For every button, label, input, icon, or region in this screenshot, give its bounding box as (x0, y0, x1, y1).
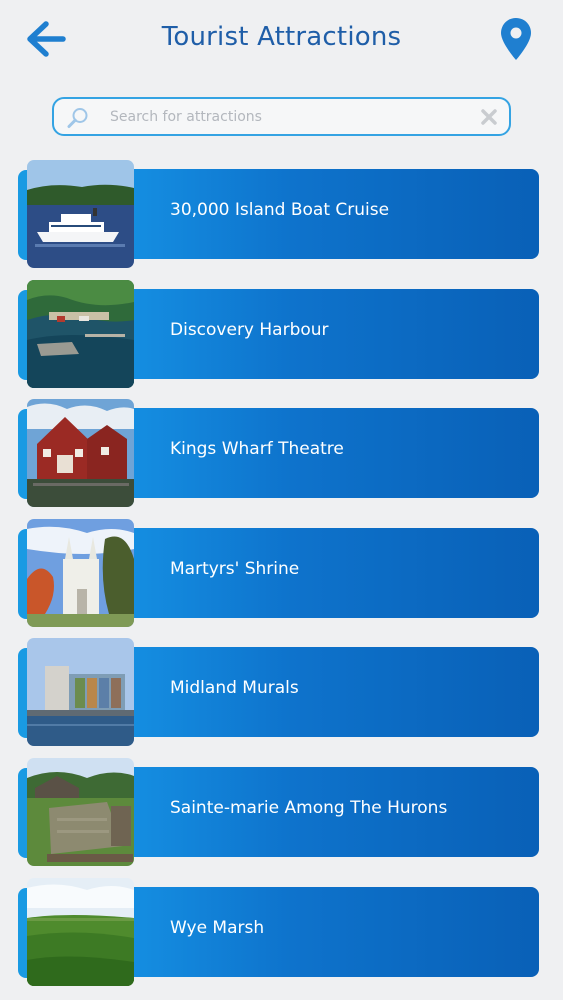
top-bar: Tourist Attractions (0, 0, 563, 80)
search-bar (52, 97, 511, 136)
attraction-name: 30,000 Island Boat Cruise (170, 200, 390, 220)
attraction-thumbnail (27, 878, 134, 986)
attraction-name: Kings Wharf Theatre (170, 439, 344, 459)
attraction-name: Discovery Harbour (170, 320, 329, 340)
attraction-thumbnail (27, 160, 134, 268)
attraction-thumbnail (27, 519, 134, 627)
attraction-name: Sainte-marie Among The Hurons (170, 798, 448, 818)
list-item[interactable]: Discovery Harbour (18, 280, 539, 388)
attraction-thumbnail (27, 638, 134, 746)
list-item[interactable]: Midland Murals (18, 638, 539, 746)
list-item[interactable]: Wye Marsh (18, 878, 539, 986)
app-screen: Tourist Attractions Search for attractio… (0, 0, 563, 1000)
list-item[interactable]: Sainte-marie Among The Hurons (18, 758, 539, 866)
close-icon[interactable] (480, 108, 498, 126)
list-item[interactable]: 30,000 Island Boat Cruise (18, 160, 539, 268)
attraction-thumbnail (27, 758, 134, 866)
attraction-name: Martyrs' Shrine (170, 559, 300, 579)
attraction-name: Midland Murals (170, 678, 299, 698)
page-title: Tourist Attractions (161, 22, 402, 52)
attraction-thumbnail (27, 399, 134, 507)
search-input[interactable] (110, 105, 470, 129)
search-icon (67, 108, 88, 128)
map-button[interactable] (498, 16, 534, 62)
list-item[interactable]: Kings Wharf Theatre (18, 399, 539, 507)
attraction-name: Wye Marsh (170, 918, 265, 938)
list-item[interactable]: Martyrs' Shrine (18, 519, 539, 627)
map-pin-icon (501, 18, 531, 60)
attraction-thumbnail (27, 280, 134, 388)
